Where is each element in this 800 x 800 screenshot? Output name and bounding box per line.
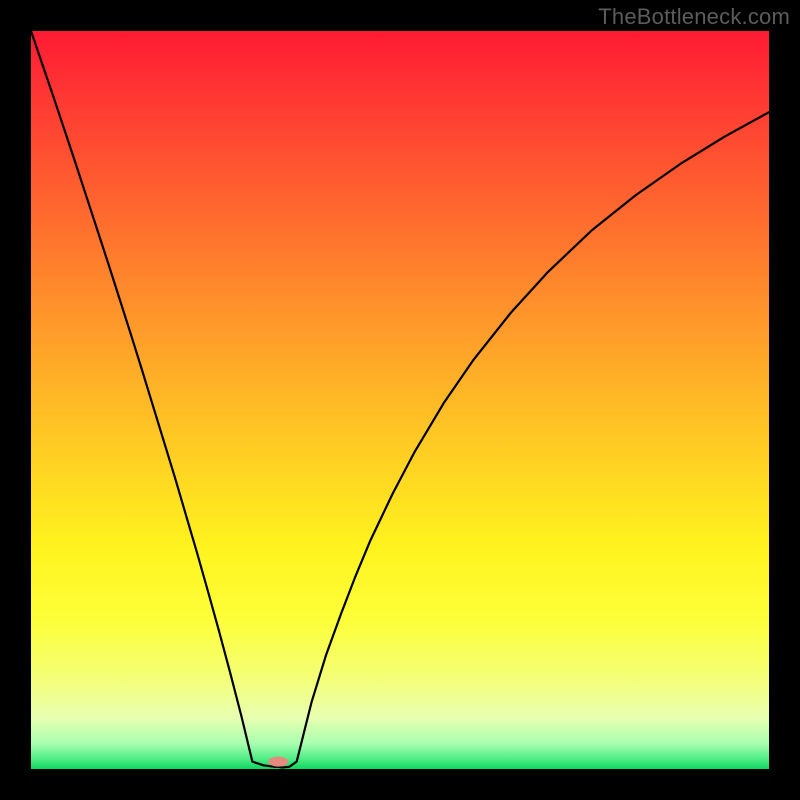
chart-plot-area xyxy=(31,31,769,769)
watermark-text: TheBottleneck.com xyxy=(598,4,790,30)
min-marker xyxy=(268,757,288,767)
chart-svg xyxy=(31,31,769,769)
chart-background xyxy=(31,31,769,769)
chart-frame: TheBottleneck.com xyxy=(0,0,800,800)
